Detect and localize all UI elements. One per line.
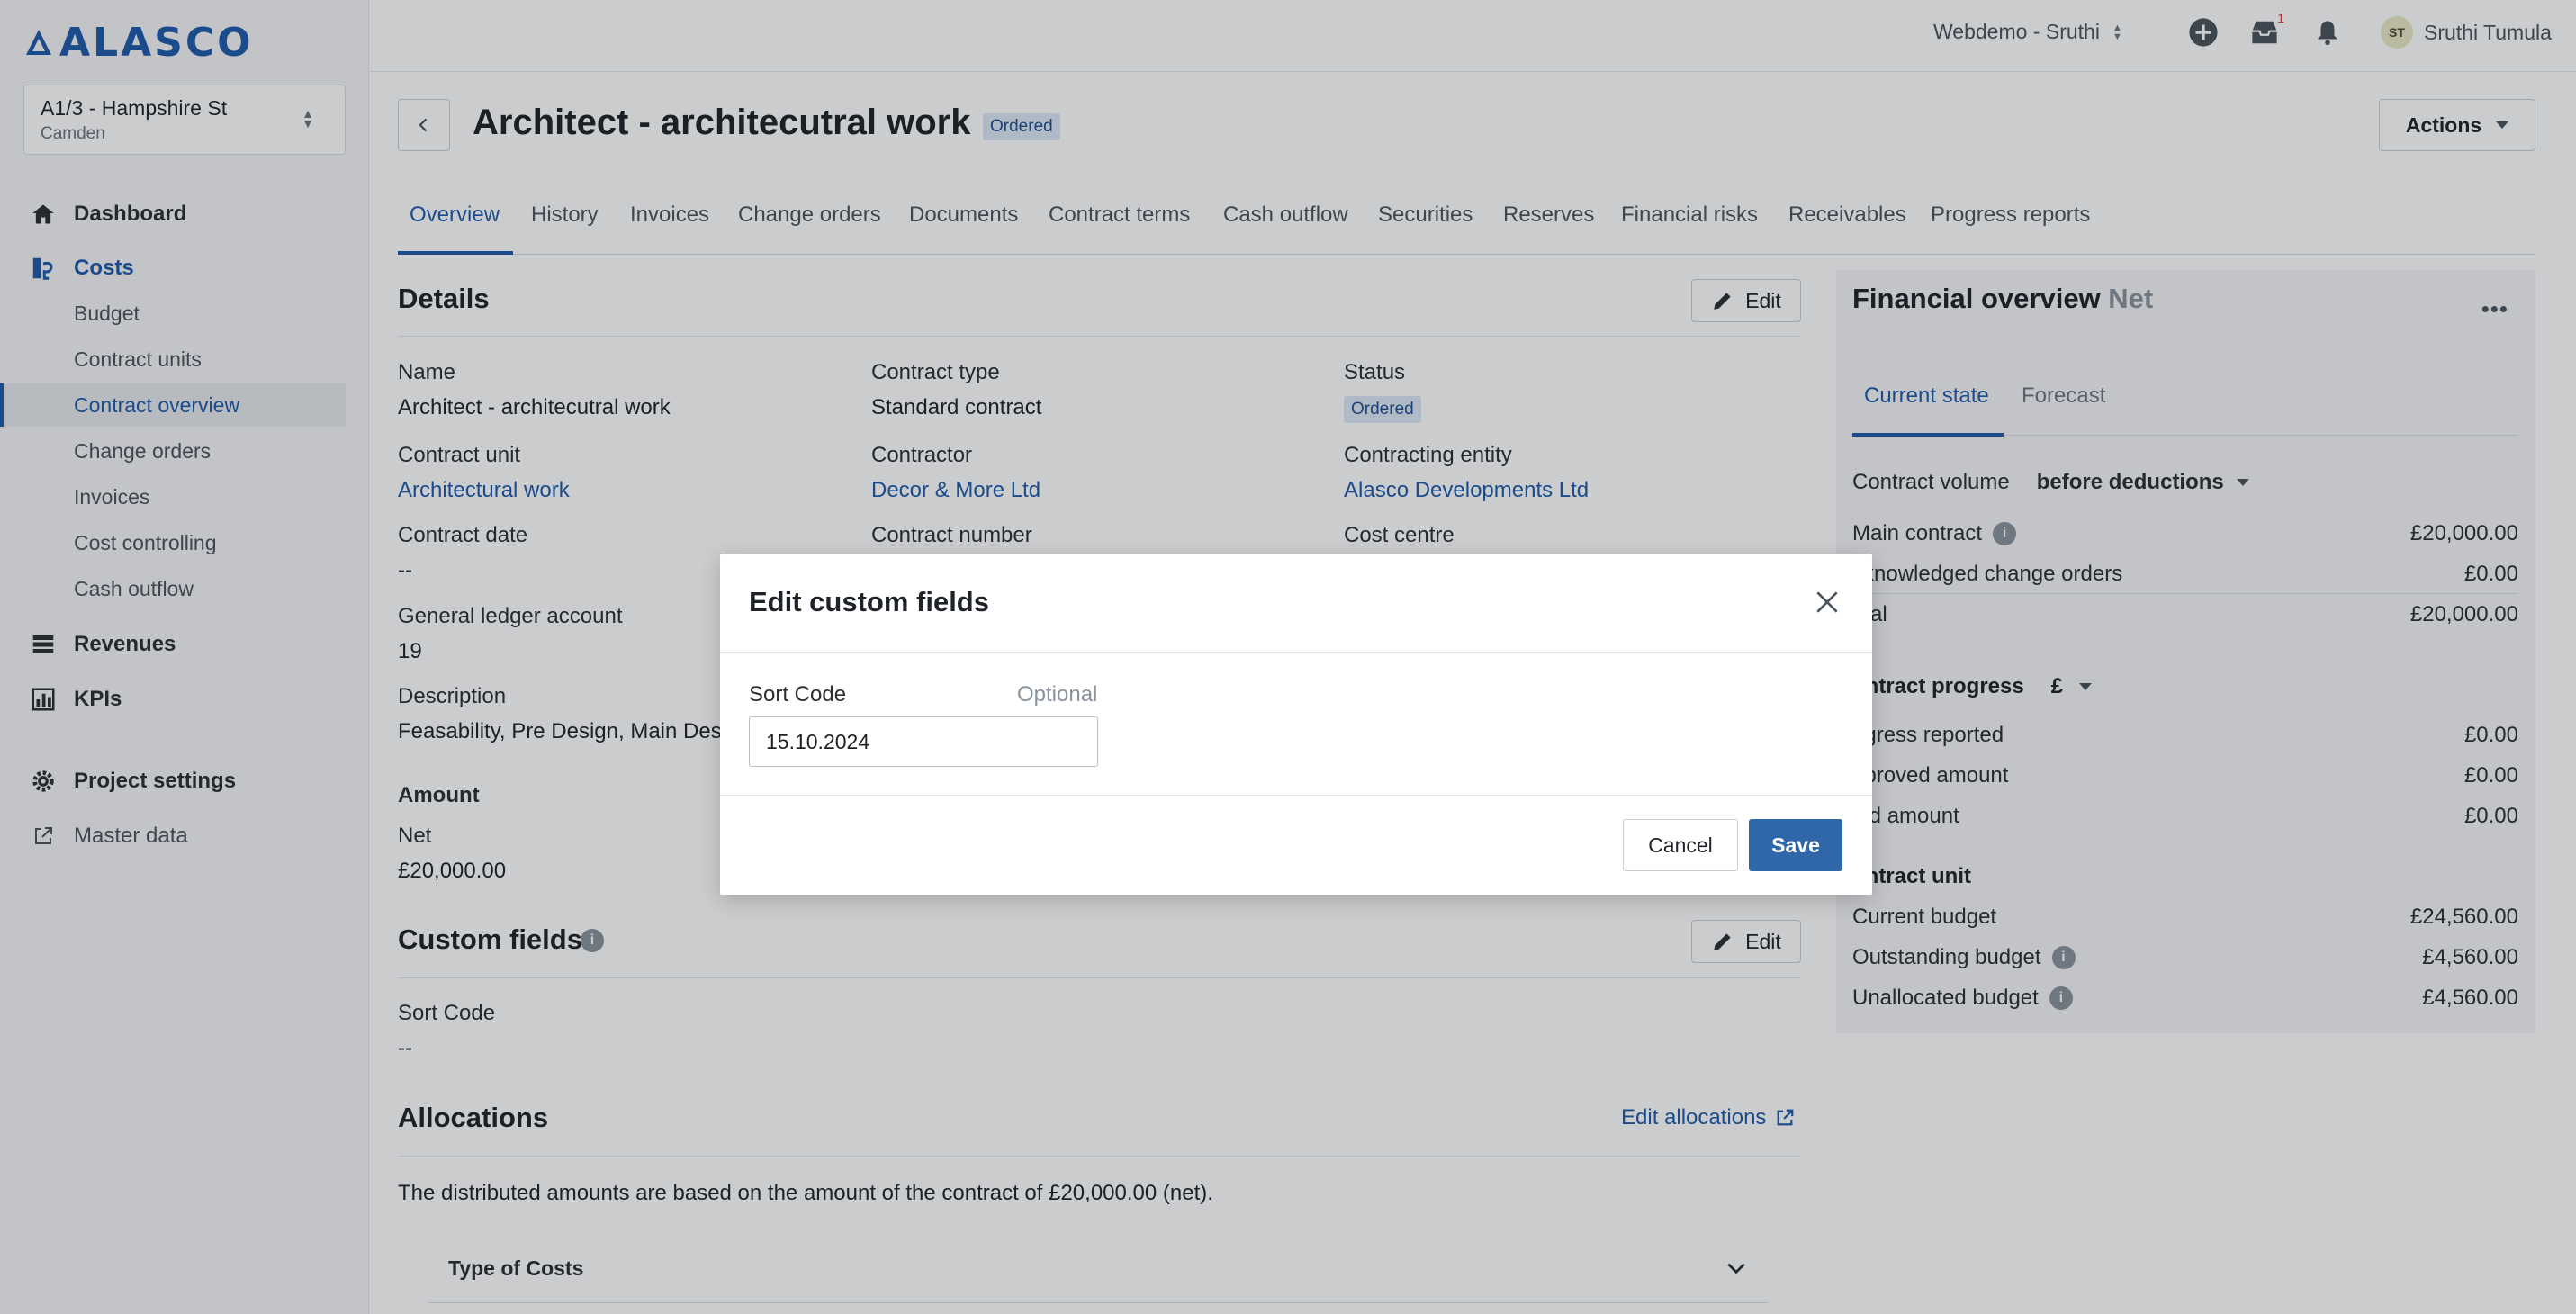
sort-code-input[interactable] bbox=[749, 716, 1098, 767]
modal-title: Edit custom fields bbox=[749, 586, 989, 617]
optional-hint: Optional bbox=[1017, 682, 1098, 706]
edit-custom-fields-modal: Edit custom fields Sort Code Optional Ca… bbox=[720, 554, 1872, 895]
sort-code-field-label: Sort Code bbox=[749, 682, 847, 706]
close-icon bbox=[1816, 591, 1838, 613]
divider bbox=[720, 795, 1872, 796]
cancel-button[interactable]: Cancel bbox=[1623, 819, 1738, 871]
close-button[interactable] bbox=[1811, 586, 1843, 618]
save-button[interactable]: Save bbox=[1749, 819, 1842, 871]
